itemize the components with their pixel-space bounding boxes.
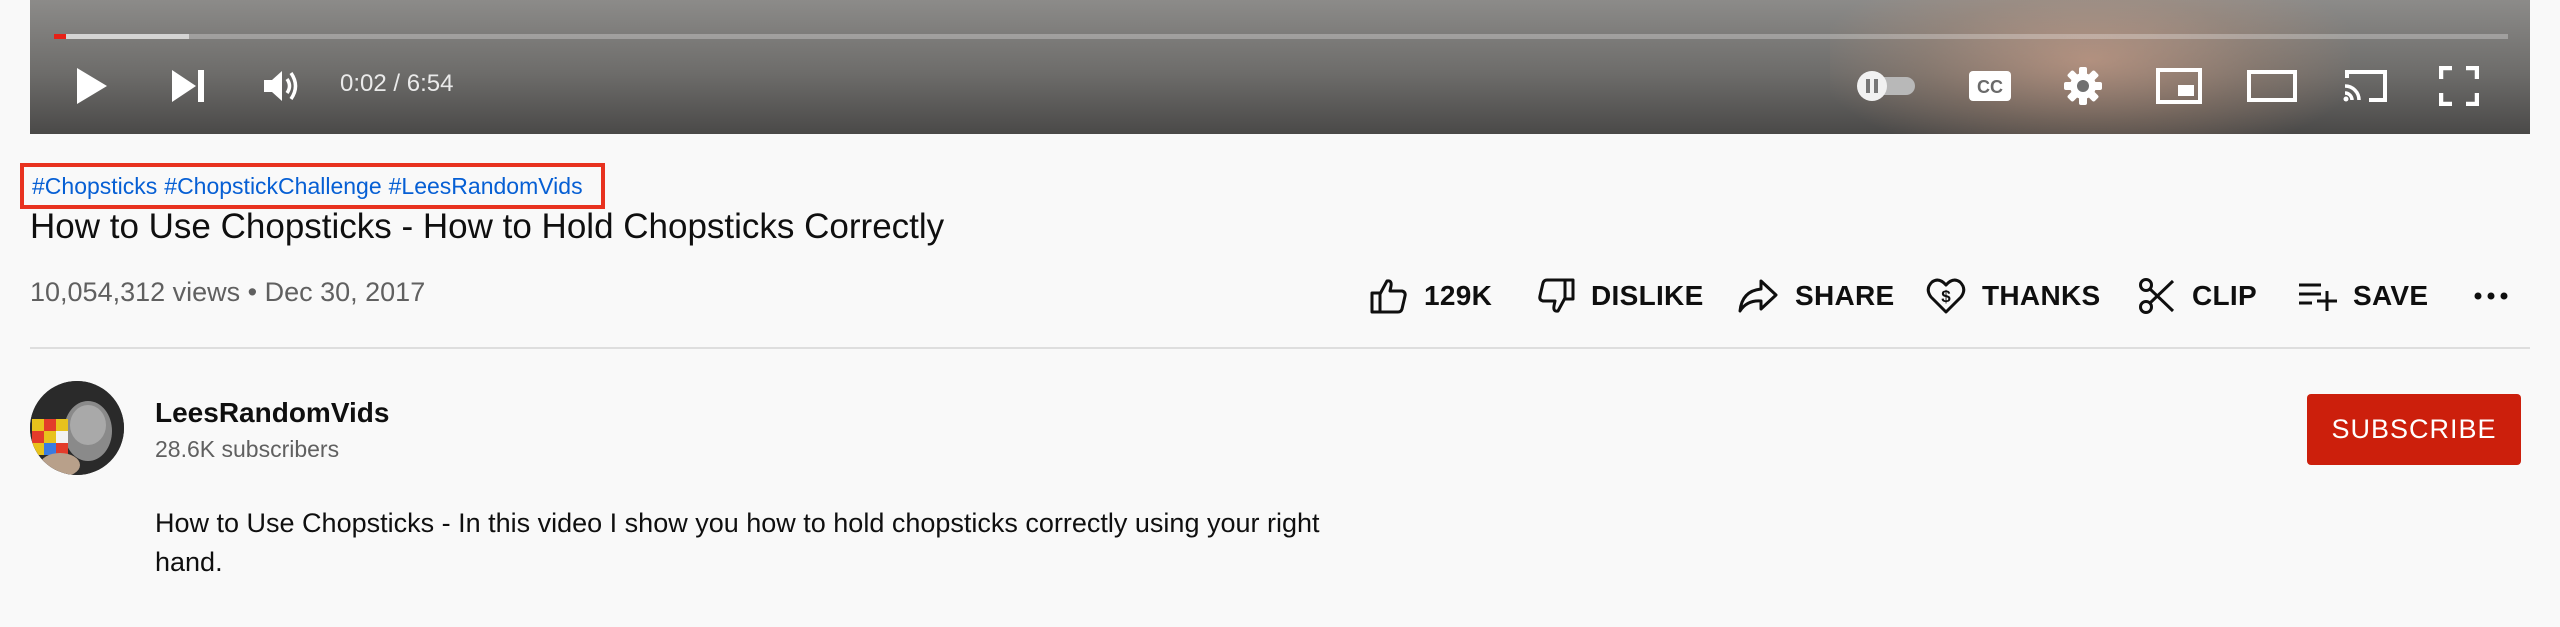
save-label: SAVE [2353,280,2429,311]
hashtag-link[interactable]: #LeesRandomVids [389,173,583,200]
miniplayer-icon [2156,68,2202,104]
progress-loaded [54,34,189,39]
progress-bar[interactable] [54,34,2508,39]
miniplayer-button[interactable] [2154,60,2204,112]
share-button[interactable]: SHARE [1737,270,1895,322]
thumbs-up-icon [1370,279,1407,314]
dislike-button[interactable]: DISLIKE [1537,270,1704,322]
thanks-button[interactable]: $ THANKS [1926,270,2100,322]
play-icon [77,68,107,104]
captions-button[interactable]: CC [1966,60,2014,112]
more-actions-button[interactable] [2474,270,2508,322]
thanks-label: THANKS [1982,280,2101,311]
view-count-date: 10,054,312 views • Dec 30, 2017 [30,277,426,307]
thumbs-down-icon [1538,278,1575,313]
avatar-image [30,381,124,475]
super-thanks-icon: $ [1926,278,1966,314]
autoplay-toggle-icon [1857,71,1915,101]
divider [30,347,2530,349]
video-title: How to Use Chopsticks - How to Hold Chop… [30,207,945,246]
cast-button[interactable] [2340,60,2390,112]
channel-name[interactable]: LeesRandomVids [155,397,389,429]
share-icon [1738,279,1778,313]
captions-label: CC [1977,77,2003,97]
more-horizontal-icon [2474,292,2508,300]
volume-button[interactable] [258,60,306,112]
settings-icon [2064,67,2102,105]
clip-button[interactable]: CLIP [2138,270,2257,322]
time-display: 0:02 / 6:54 [340,70,454,97]
play-button[interactable] [70,60,114,112]
like-count: 129K [1424,280,1493,311]
settings-button[interactable] [2060,60,2106,112]
autoplay-toggle[interactable] [1854,60,1920,112]
theater-mode-icon [2247,70,2297,102]
cast-icon [2343,70,2387,102]
next-button[interactable] [166,60,210,112]
save-button[interactable]: SAVE [2297,270,2428,322]
volume-icon [264,71,298,101]
like-button[interactable]: 129K [1370,270,1492,322]
next-icon [172,70,204,102]
clip-label: CLIP [2192,280,2257,311]
video-description: How to Use Chopsticks - In this video I … [155,508,1320,577]
scissors-icon [2139,278,2175,314]
playlist-add-icon [2299,283,2337,311]
hashtag-list: #Chopsticks #ChopstickChallenge #LeesRan… [20,163,605,209]
theater-mode-button[interactable] [2246,60,2298,112]
hashtag-link[interactable]: #Chopsticks [32,173,157,200]
page: 0:02 / 6:54 CC #Chopsticks #ChopstickCha… [0,0,2560,627]
hashtag-link[interactable]: #ChopstickChallenge [164,173,381,200]
svg-text:$: $ [1941,287,1951,306]
fullscreen-button[interactable] [2436,60,2482,112]
fullscreen-icon [2439,66,2479,106]
share-label: SHARE [1795,280,1895,311]
video-player[interactable]: 0:02 / 6:54 CC [30,0,2530,134]
channel-avatar[interactable] [30,381,124,475]
captions-icon: CC [1969,71,2011,101]
dislike-label: DISLIKE [1591,280,1704,311]
subscribe-button[interactable]: SUBSCRIBE [2307,394,2521,465]
progress-played [54,34,67,39]
subscriber-count: 28.6K subscribers [155,436,340,462]
